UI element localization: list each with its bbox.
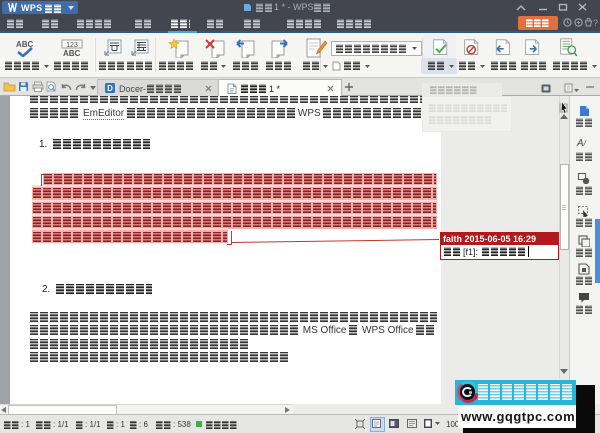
svg-text:123: 123 xyxy=(66,42,78,49)
svg-text:D: D xyxy=(107,84,113,93)
